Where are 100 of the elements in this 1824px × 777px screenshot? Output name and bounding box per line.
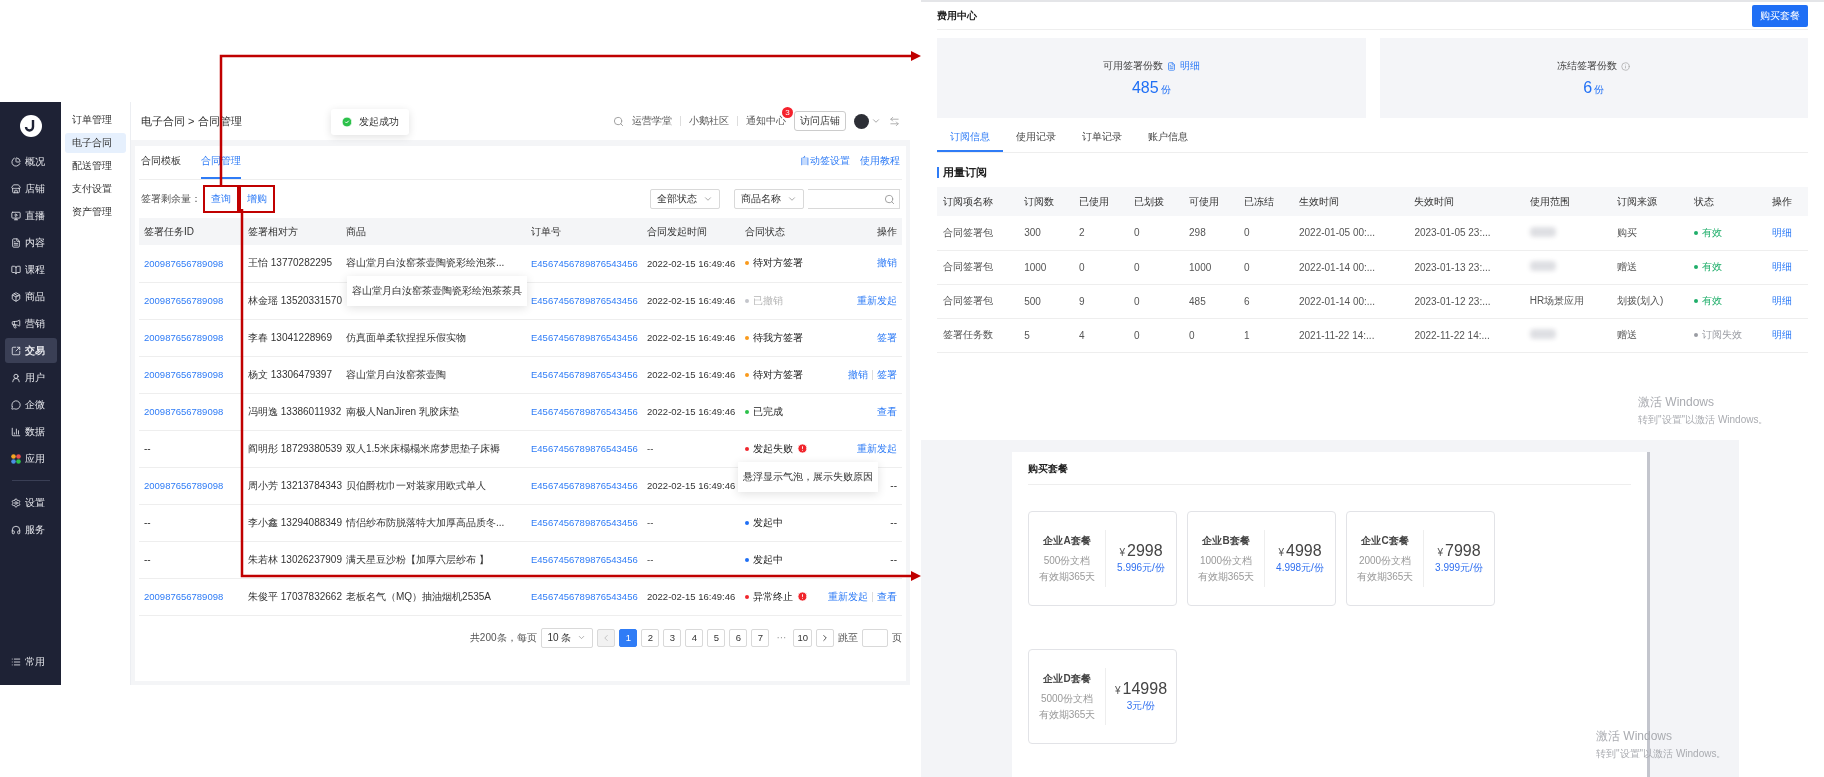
search-icon[interactable] <box>613 115 624 127</box>
avatar[interactable] <box>854 113 869 129</box>
detail-link[interactable]: 明细 <box>1772 226 1793 238</box>
order-link[interactable]: E4567456789876543456 <box>531 257 638 269</box>
action-link[interactable]: 重新发起 <box>857 293 897 308</box>
tab[interactable]: 使用记录 <box>1003 122 1069 152</box>
page-button[interactable]: 10 <box>793 628 812 647</box>
nav-item[interactable]: 课程 <box>4 257 57 282</box>
action-link[interactable]: 签署 <box>877 330 897 345</box>
order-link[interactable]: E4567456789876543456 <box>531 369 638 380</box>
table-cell: 仿真面单柔软捏捏乐假实物 <box>346 331 466 343</box>
order-link[interactable]: E4567456789876543456 <box>531 517 638 528</box>
package-card[interactable]: 企业B套餐 1000份文档 有效期365天 ¥4998 4.998元/份 <box>1187 511 1336 606</box>
order-link[interactable]: E4567456789876543456 <box>531 591 638 602</box>
task-id-link[interactable]: 200987656789098 <box>144 480 224 491</box>
table-cell: 2022-02-15 16:49:46 <box>642 356 740 393</box>
action-link[interactable]: 签署 <box>877 367 897 382</box>
page-button[interactable]: 4 <box>685 628 704 647</box>
status-label: 有效 <box>1701 294 1722 308</box>
page-button[interactable]: 2 <box>641 628 660 647</box>
header-link[interactable]: 运营学堂 <box>632 114 672 128</box>
status-select[interactable]: 全部状态 <box>650 189 720 209</box>
nav-item[interactable]: 内容 <box>4 230 57 255</box>
currency-sign: ¥ <box>1278 547 1284 558</box>
nav-item[interactable]: 常用 <box>4 649 57 674</box>
page-size-select[interactable]: 10 条 <box>540 627 594 648</box>
jump-field[interactable] <box>862 628 888 647</box>
task-id-link[interactable]: 200987656789098 <box>144 406 224 417</box>
task-id-link[interactable]: 200987656789098 <box>144 591 224 602</box>
action-link[interactable]: 撤销 <box>848 367 868 382</box>
nav-item[interactable]: 概况 <box>4 149 57 174</box>
order-link[interactable]: E4567456789876543456 <box>531 480 638 491</box>
chevron-down-icon[interactable] <box>871 116 881 126</box>
header-link[interactable]: 使用教程 <box>860 154 900 168</box>
order-link[interactable]: E4567456789876543456 <box>531 443 638 454</box>
nav-item[interactable]: 企微 <box>4 392 57 417</box>
search-icon <box>884 193 895 205</box>
page-button[interactable]: 6 <box>729 628 748 647</box>
page-button[interactable]: 3 <box>663 628 682 647</box>
detail-link[interactable]: 明细 <box>1179 59 1200 73</box>
page-button[interactable]: 7 <box>751 628 770 647</box>
quota-link[interactable]: 查询 <box>205 187 237 211</box>
header-link[interactable]: 小鹅社区 <box>689 114 729 128</box>
nav-item[interactable]: 商品 <box>4 284 57 309</box>
package-card[interactable]: 企业D套餐 5000份文档 有效期365天 ¥14998 3元/份 <box>1028 649 1177 744</box>
nav-item[interactable]: 应用 <box>4 446 57 471</box>
header-link[interactable]: 自动签设置 <box>800 154 850 168</box>
package-card[interactable]: 企业A套餐 500份文档 有效期365天 ¥2998 5.996元/份 <box>1028 511 1177 606</box>
detail-link[interactable]: 明细 <box>1772 329 1793 340</box>
nav-item[interactable]: 营销 <box>4 311 57 336</box>
package-card[interactable]: 企业C套餐 2000份文档 有效期365天 ¥7998 3.999元/份 <box>1346 511 1495 606</box>
nav-item[interactable]: 用户 <box>4 365 57 390</box>
tab[interactable]: 合同管理 <box>201 154 241 179</box>
order-link[interactable]: E4567456789876543456 <box>531 554 638 565</box>
order-link[interactable]: E4567456789876543456 <box>531 295 638 306</box>
nav-item[interactable]: 店铺 <box>4 176 57 201</box>
nav-item[interactable]: 直播 <box>4 203 57 228</box>
submenu-item[interactable]: 电子合同 <box>65 133 126 153</box>
submenu-item[interactable]: 支付设置 <box>65 179 126 199</box>
swap-icon[interactable] <box>889 115 900 127</box>
task-id-link[interactable]: 200987656789098 <box>144 369 224 380</box>
tab[interactable]: 合同模板 <box>141 154 181 179</box>
action-link[interactable]: 重新发起 <box>828 589 868 604</box>
task-id-link[interactable]: 200987656789098 <box>144 332 224 343</box>
nav-item[interactable]: 设置 <box>4 490 57 515</box>
alert-icon[interactable] <box>797 591 808 602</box>
submenu-item[interactable]: 配送管理 <box>65 156 126 176</box>
submenu-item[interactable]: 资产管理 <box>65 202 126 222</box>
order-link[interactable]: E4567456789876543456 <box>531 332 638 343</box>
detail-link[interactable]: 明细 <box>1772 295 1793 306</box>
visit-store-button[interactable]: 访问店铺 <box>794 111 846 131</box>
info-icon[interactable] <box>1621 61 1631 71</box>
search-type-select[interactable]: 商品名称 <box>734 189 804 209</box>
action-link[interactable]: 查看 <box>877 589 897 604</box>
tab[interactable]: 订单记录 <box>1069 122 1135 152</box>
table-cell: 4 <box>1073 318 1129 352</box>
nav-item[interactable]: 数据 <box>4 419 57 444</box>
headset-icon <box>10 524 21 535</box>
search-field[interactable] <box>808 189 900 209</box>
nav-item[interactable]: 交易 <box>4 338 57 363</box>
next-page-button[interactable] <box>816 628 834 647</box>
tab[interactable]: 订阅信息 <box>937 122 1003 152</box>
nav-item[interactable]: 服务 <box>4 517 57 542</box>
tab[interactable]: 账户信息 <box>1135 122 1201 152</box>
buy-package-button[interactable]: 购买套餐 <box>1752 4 1808 27</box>
document-icon <box>10 237 21 248</box>
detail-link[interactable]: 明细 <box>1772 261 1793 272</box>
quota-link[interactable]: 增购 <box>241 187 273 211</box>
task-id-link[interactable]: 200987656789098 <box>144 295 224 306</box>
page-button[interactable]: 5 <box>707 628 726 647</box>
table-cell: 阎明彤 18729380539 <box>229 430 341 467</box>
page-button[interactable]: 1 <box>619 628 638 647</box>
logo-icon <box>18 114 43 138</box>
action-link[interactable]: 重新发起 <box>857 441 897 456</box>
task-id-link[interactable]: 200987656789098 <box>144 257 224 269</box>
submenu-item[interactable]: 订单管理 <box>65 110 126 130</box>
action-link[interactable]: 撤销 <box>877 256 897 271</box>
alert-icon[interactable] <box>797 443 808 454</box>
order-link[interactable]: E4567456789876543456 <box>531 406 638 417</box>
action-link[interactable]: 查看 <box>877 404 897 419</box>
